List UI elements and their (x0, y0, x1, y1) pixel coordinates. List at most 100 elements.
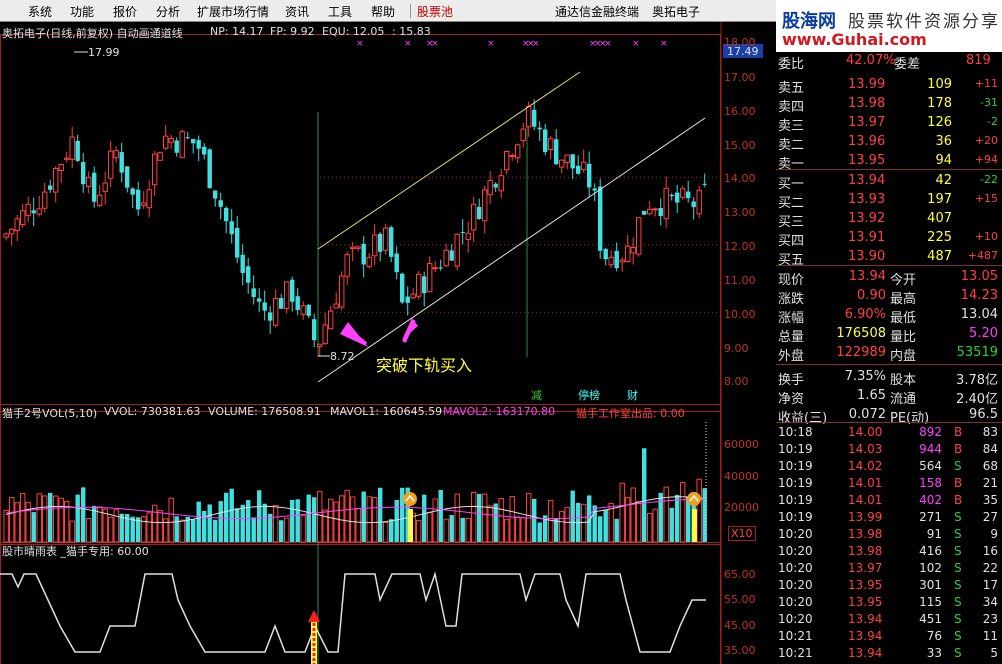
volume-bar (75, 494, 80, 542)
buy-level-volume: 197 (927, 192, 952, 207)
stat-row[interactable]: 换手 7.35% 股本 3.78亿 (776, 368, 1002, 388)
candle-body (119, 152, 124, 173)
candle-body (608, 256, 614, 266)
equ-value: EQU: 12.05 (322, 25, 385, 38)
volume-bar (493, 503, 498, 542)
volume-bar (48, 492, 53, 542)
marker-finance[interactable]: 财 (627, 387, 638, 403)
volume-bar (389, 519, 394, 542)
tick-row[interactable]: 10:19 14.01 158 B 21 (776, 475, 1002, 493)
ratio-label: 委比 (778, 57, 805, 72)
tick-row[interactable]: 10:20 13.98 416 S 16 (776, 543, 1002, 561)
marker-list[interactable]: 停榜 (578, 387, 600, 403)
buy-level-row[interactable]: 买四 13.91 225 +10 (776, 229, 1002, 249)
tick-price: 13.94 (848, 629, 883, 643)
stat-row[interactable]: 总量 176508 量比 5.20 (776, 325, 1002, 345)
tick-price: 14.01 (848, 476, 883, 490)
volume-bar (394, 499, 399, 542)
buy-level-row[interactable]: 买一 13.94 42 -22 (776, 172, 1002, 192)
tick-row[interactable]: 10:19 14.03 944 B 84 (776, 441, 1002, 459)
volume-bar (86, 518, 92, 543)
orderbook-ratio-row[interactable]: 委比 42.07% 委差 819 (776, 52, 1002, 72)
sell-level-row[interactable]: 卖四 13.98 178 -31 (776, 95, 1002, 115)
tab-stock-pool[interactable]: 股票池 (417, 3, 453, 20)
buy-level-row[interactable]: 买五 13.90 487 +487 (776, 248, 1002, 268)
buy-level-row[interactable]: 买三 13.92 407 (776, 210, 1002, 230)
tick-row[interactable]: 10:20 13.95 301 S 17 (776, 577, 1002, 595)
stat-row[interactable]: 外盘 122989 内盘 53519 (776, 344, 1002, 364)
volume-bar (642, 448, 647, 542)
menu-analysis[interactable]: 分析 (156, 3, 180, 20)
kline-chart[interactable]: × × ×× × ××× ×××× × × (0, 22, 776, 664)
candle-body (647, 208, 653, 215)
tick-price: 13.98 (848, 544, 883, 558)
volume-bar (224, 492, 229, 542)
menu-tools[interactable]: 工具 (328, 3, 352, 20)
volume-bar (416, 520, 422, 543)
signal-marker: × (487, 39, 495, 49)
volume-bar (157, 510, 163, 543)
candle-body (603, 249, 608, 260)
candle-body (328, 310, 334, 330)
tick-row[interactable]: 10:19 14.01 402 B 35 (776, 492, 1002, 510)
stats-divider (776, 265, 1002, 266)
volume-bar (361, 491, 366, 542)
stat-value: 7.35% (844, 369, 886, 384)
tick-row[interactable]: 10:20 13.97 102 S 22 (776, 560, 1002, 578)
menu-system[interactable]: 系统 (28, 3, 52, 20)
tick-count: 11 (982, 629, 998, 643)
marker-reduce[interactable]: 减 (531, 387, 542, 403)
volume-bar (652, 508, 658, 543)
signal-bar (692, 509, 697, 542)
volume-bar (168, 497, 174, 543)
tick-row[interactable]: 10:20 13.95 115 S 34 (776, 594, 1002, 612)
candle-body (141, 202, 147, 206)
menu-function[interactable]: 功能 (70, 3, 94, 20)
candle-body (146, 189, 152, 209)
sell-level-price: 13.97 (848, 115, 886, 130)
candle-body (400, 273, 405, 303)
menu-help[interactable]: 帮助 (371, 3, 395, 20)
volume-bar (312, 497, 317, 542)
buy-level-row[interactable]: 买二 13.93 197 +15 (776, 191, 1002, 211)
menu-news[interactable]: 资讯 (285, 3, 309, 20)
tick-row[interactable]: 10:21 13.94 33 S 5 (776, 645, 1002, 663)
vol-axis-40000: 40000 (724, 470, 759, 483)
menu-extended-market[interactable]: 扩展市场行情 (197, 3, 269, 20)
sell-level-change: +20 (974, 134, 998, 147)
candle-body (509, 154, 515, 157)
ind-axis-55: 55.00 (724, 593, 756, 606)
tick-volume: 451 (919, 612, 942, 626)
stat-row[interactable]: 净资 1.65 流通 2.40亿 (776, 387, 1002, 407)
sell-level-row[interactable]: 卖五 13.99 109 +11 (776, 76, 1002, 96)
stat-row[interactable]: 涨跌 0.90 最高 14.23 (776, 287, 1002, 307)
tick-side: S (954, 459, 962, 473)
candle-body (257, 298, 262, 302)
app-title: 通达信金融终端 (555, 5, 640, 19)
stat-value: 122989 (836, 345, 886, 360)
candle-body (284, 281, 290, 309)
tick-row[interactable]: 10:20 13.98 91 S 9 (776, 526, 1002, 544)
volume-bar (630, 487, 636, 543)
menu-quote[interactable]: 报价 (113, 3, 137, 20)
volume-bar (554, 518, 559, 542)
high-label: 17.99 (88, 46, 120, 59)
stat-value-2: 3.78亿 (956, 373, 998, 388)
tick-row[interactable]: 10:19 14.02 564 S 68 (776, 458, 1002, 476)
tick-row[interactable]: 10:21 13.94 76 S 11 (776, 628, 1002, 646)
candle-body (295, 296, 300, 310)
tick-row[interactable]: 10:20 13.94 451 S 23 (776, 611, 1002, 629)
sell-level-row[interactable]: 卖三 13.97 126 -2 (776, 114, 1002, 134)
volume-bar (218, 501, 223, 542)
tick-row[interactable]: 10:19 13.99 271 S 27 (776, 509, 1002, 527)
sell-level-row[interactable]: 卖二 13.96 36 +20 (776, 133, 1002, 153)
stat-value-2: 53519 (956, 345, 998, 360)
sell-level-row[interactable]: 卖一 13.95 94 +94 (776, 152, 1002, 172)
stat-row[interactable]: 现价 13.94 今开 13.05 (776, 268, 1002, 288)
stat-row[interactable]: 涨幅 6.90% 最低 13.04 (776, 306, 1002, 326)
volume-bar (696, 478, 702, 543)
buy-annotation: 突破下轨买入 (376, 356, 473, 375)
volume-bar (432, 498, 438, 543)
tick-volume: 33 (926, 646, 942, 660)
tick-row[interactable]: 10:18 14.00 892 B 83 (776, 424, 1002, 442)
